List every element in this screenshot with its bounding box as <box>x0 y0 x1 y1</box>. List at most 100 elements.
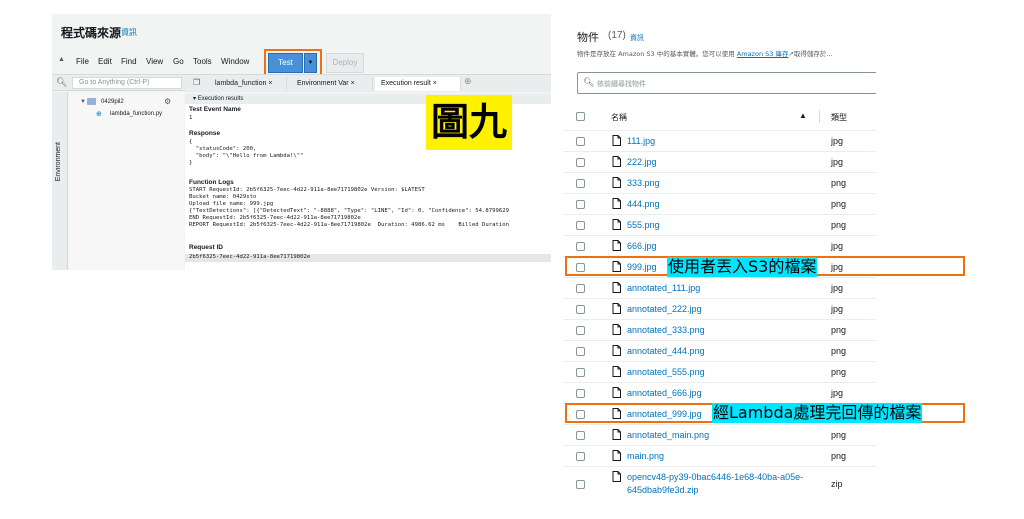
editor-tab-icon[interactable]: ❐ <box>193 78 200 87</box>
table-row: 555.png png <box>563 214 876 235</box>
object-name-link[interactable]: annotated_111.jpg <box>627 283 700 293</box>
objects-title: 物件 <box>577 31 599 44</box>
desc-text: 物件是存放在 Amazon S3 中的基本實體。您可以使用 <box>577 50 737 58</box>
file-icon <box>612 429 621 440</box>
code-source-header: 程式碼來源 資訊 <box>52 14 551 46</box>
row-checkbox[interactable] <box>576 389 585 398</box>
table-row: annotated_111.jpg jpg <box>563 277 876 298</box>
objects-info-link[interactable]: 資訊 <box>630 33 644 43</box>
object-type: png <box>831 325 847 335</box>
row-checkbox[interactable] <box>576 305 585 314</box>
sort-up-icon[interactable]: ▲ <box>799 111 807 120</box>
tab-lambda-function[interactable]: lambda_function × <box>209 77 287 91</box>
tree-file-name[interactable]: lambda_function.py <box>110 111 162 117</box>
object-name-link[interactable]: annotated_222.jpg <box>627 304 702 314</box>
request-id-value: 2b5f6325-7eec-4d22-911a-8ee71719802e <box>189 254 311 260</box>
row-checkbox[interactable] <box>576 480 585 489</box>
s3-inventory-link[interactable]: Amazon S3 庫存 <box>737 50 789 58</box>
objects-description: 物件是存放在 Amazon S3 中的基本實體。您可以使用 Amazon S3 … <box>577 48 876 58</box>
row-checkbox[interactable] <box>576 221 585 230</box>
row-checkbox[interactable] <box>576 452 585 461</box>
object-name-link[interactable]: 222.jpg <box>627 157 657 167</box>
test-button[interactable]: Test <box>268 53 303 73</box>
log-line: REPORT RequestId: 2b5f6325-7eec-4d22-911… <box>189 222 509 228</box>
row-checkbox[interactable] <box>576 200 585 209</box>
object-search-field[interactable]: 🔍︎ 依前綴尋找物件 <box>577 72 876 94</box>
collapse-arrow-icon[interactable]: ▲ <box>58 56 65 63</box>
object-name-link[interactable]: annotated_444.png <box>627 346 705 356</box>
object-name-link[interactable]: 333.png <box>627 178 660 188</box>
row-checkbox[interactable] <box>576 284 585 293</box>
object-name-link[interactable]: annotated_666.jpg <box>627 388 702 398</box>
file-icon <box>612 135 621 146</box>
column-name-header[interactable]: 名稱 <box>611 112 627 123</box>
response-line: { <box>189 139 193 145</box>
deploy-button[interactable]: Deploy <box>326 53 364 73</box>
row-checkbox[interactable] <box>576 326 585 335</box>
file-tree: ▼ 0429pil2 ⚙ ⊕ lambda_function.py <box>69 92 184 270</box>
object-name-link[interactable]: 555.png <box>627 220 660 230</box>
object-name-link[interactable]: annotated_333.png <box>627 325 705 335</box>
file-icon <box>612 282 621 293</box>
code-source-title: 程式碼來源 <box>61 26 122 40</box>
row-checkbox[interactable] <box>576 431 585 440</box>
select-all-checkbox[interactable] <box>576 112 585 121</box>
folder-expand-icon[interactable]: ▼ <box>80 99 86 105</box>
row-checkbox[interactable] <box>576 179 585 188</box>
tab-label: Execution result <box>381 80 431 87</box>
objects-table-header: 名稱 ▲ 類型 <box>563 105 876 128</box>
table-row: opencv48-py39-0bac6446-1e68-40ba-a05e-64… <box>563 466 876 504</box>
file-icon <box>612 366 621 377</box>
test-dropdown-icon[interactable]: ▼ <box>304 53 317 73</box>
file-icon <box>612 450 621 461</box>
close-icon[interactable]: × <box>268 80 272 87</box>
table-row: 333.png png <box>563 172 876 193</box>
object-name-link[interactable]: 444.png <box>627 199 660 209</box>
object-name-link[interactable]: annotated_main.png <box>627 430 709 440</box>
menu-tools[interactable]: Tools <box>193 57 212 66</box>
code-source-info-link[interactable]: 資訊 <box>121 27 137 38</box>
menu-edit[interactable]: Edit <box>98 57 112 66</box>
column-type-header[interactable]: 類型 <box>831 112 847 123</box>
python-file-icon: ⊕ <box>96 111 102 118</box>
row-checkbox[interactable] <box>576 368 585 377</box>
table-row: main.png png <box>563 445 876 466</box>
tree-folder-name[interactable]: 0429pil2 <box>101 99 124 105</box>
object-name-link[interactable]: opencv48-py39-0bac6446-1e68-40ba-a05e-64… <box>627 471 817 497</box>
close-icon[interactable]: × <box>351 80 355 87</box>
menu-find[interactable]: Find <box>121 57 137 66</box>
row-checkbox[interactable] <box>576 158 585 167</box>
object-name-link[interactable]: annotated_555.png <box>627 367 705 377</box>
object-name-link[interactable]: main.png <box>627 451 664 461</box>
upload-annotation-label: 使用者丟入S3的檔案 <box>667 257 818 277</box>
table-row: annotated_main.png png <box>563 424 876 445</box>
row-checkbox[interactable] <box>576 137 585 146</box>
object-type: jpg <box>831 241 844 251</box>
object-name-link[interactable]: 666.jpg <box>627 241 657 251</box>
file-icon <box>612 240 621 251</box>
gear-icon[interactable]: ⚙ <box>164 97 171 106</box>
response-label: Response <box>189 130 221 137</box>
tab-execution-result[interactable]: Execution result × <box>375 77 461 91</box>
environment-side-tab[interactable]: Environment <box>52 92 68 270</box>
row-checkbox[interactable] <box>576 242 585 251</box>
menu-window[interactable]: Window <box>221 57 249 66</box>
object-type: zip <box>831 479 843 489</box>
menu-go[interactable]: Go <box>173 57 184 66</box>
file-icon <box>612 324 621 335</box>
tab-label: Environment Var <box>297 80 349 87</box>
objects-count: (17) <box>608 30 626 41</box>
object-name-link[interactable]: 111.jpg <box>627 136 655 146</box>
close-icon[interactable]: × <box>433 80 437 87</box>
menu-file[interactable]: File <box>76 57 89 66</box>
menu-view[interactable]: View <box>146 57 163 66</box>
object-search-placeholder: 依前綴尋找物件 <box>597 80 646 88</box>
environment-label: Environment <box>55 142 62 182</box>
response-line: } <box>189 160 193 166</box>
goto-anything-input[interactable]: Go to Anything (Ctrl-P) <box>72 77 182 89</box>
add-tab-icon[interactable]: ⊕ <box>464 76 472 87</box>
table-row: 444.png png <box>563 193 876 214</box>
row-checkbox[interactable] <box>576 347 585 356</box>
tab-environment-var[interactable]: Environment Var × <box>291 77 373 91</box>
response-line: "body": "\"Hello from Lambda!\"" <box>189 153 304 159</box>
